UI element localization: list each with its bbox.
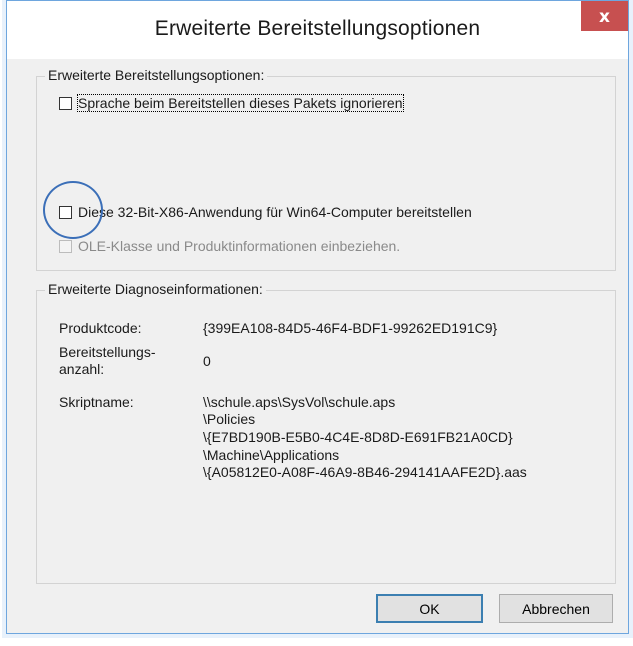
script-name-line-5: \{A05812E0-A08F-46A9-8B46-294141AAFE2D}.… <box>203 464 527 480</box>
deploy-count-value: 0 <box>203 353 211 369</box>
script-name-line-4: \Machine\Applications <box>203 447 340 463</box>
title-bar: Erweiterte Bereitstellungsoptionen x <box>7 1 628 59</box>
deploy-x86-on-win64-option[interactable]: Diese 32-Bit-X86-Anwendung für Win64-Com… <box>59 204 472 220</box>
dialog-window: Erweiterte Bereitstellungsoptionen x Erw… <box>6 0 629 634</box>
script-name-line-2: \Policies <box>203 411 256 427</box>
ignore-language-label[interactable]: Sprache beim Bereitstellen dieses Pakets… <box>77 94 404 112</box>
include-ole-checkbox <box>59 239 72 253</box>
deploy-x86-on-win64-checkbox[interactable] <box>59 205 72 219</box>
script-name-line-3: \{E7BD190B-E5B0-4C4E-8D8D-E691FB21A0CD} <box>203 429 513 445</box>
diagnostic-info-group-title: Erweiterte Diagnoseinformationen: <box>45 281 266 297</box>
deploy-count-label-line2: anzahl: <box>59 361 105 377</box>
ignore-language-option[interactable]: Sprache beim Bereitstellen dieses Pakets… <box>59 94 404 112</box>
deploy-x86-on-win64-label[interactable]: Diese 32-Bit-X86-Anwendung für Win64-Com… <box>78 204 472 220</box>
diagnostic-info-group: Erweiterte Diagnoseinformationen: Produk… <box>36 281 616 584</box>
window-title: Erweiterte Bereitstellungsoptionen <box>154 17 481 40</box>
ignore-language-checkbox[interactable] <box>59 96 72 110</box>
script-name-line-1: \\schule.aps\SysVol\schule.aps <box>203 394 396 410</box>
cancel-button[interactable]: Abbrechen <box>499 594 613 623</box>
product-code-label: Produktcode: <box>59 320 142 336</box>
deployment-options-group: Erweiterte Bereitstellungsoptionen: Spra… <box>36 67 616 271</box>
deployment-options-group-title: Erweiterte Bereitstellungsoptionen: <box>45 67 268 83</box>
script-name-label: Skriptname: <box>59 394 134 410</box>
include-ole-label: OLE-Klasse und Produktinformationen einb… <box>78 238 401 254</box>
include-ole-option: OLE-Klasse und Produktinformationen einb… <box>59 238 400 254</box>
close-button[interactable]: x <box>581 1 628 31</box>
product-code-value: {399EA108-84D5-46F4-BDF1-99262ED191C9} <box>203 320 498 336</box>
ok-button[interactable]: OK <box>376 594 483 623</box>
deploy-count-label-line1: Bereitstellungs- <box>59 344 156 360</box>
